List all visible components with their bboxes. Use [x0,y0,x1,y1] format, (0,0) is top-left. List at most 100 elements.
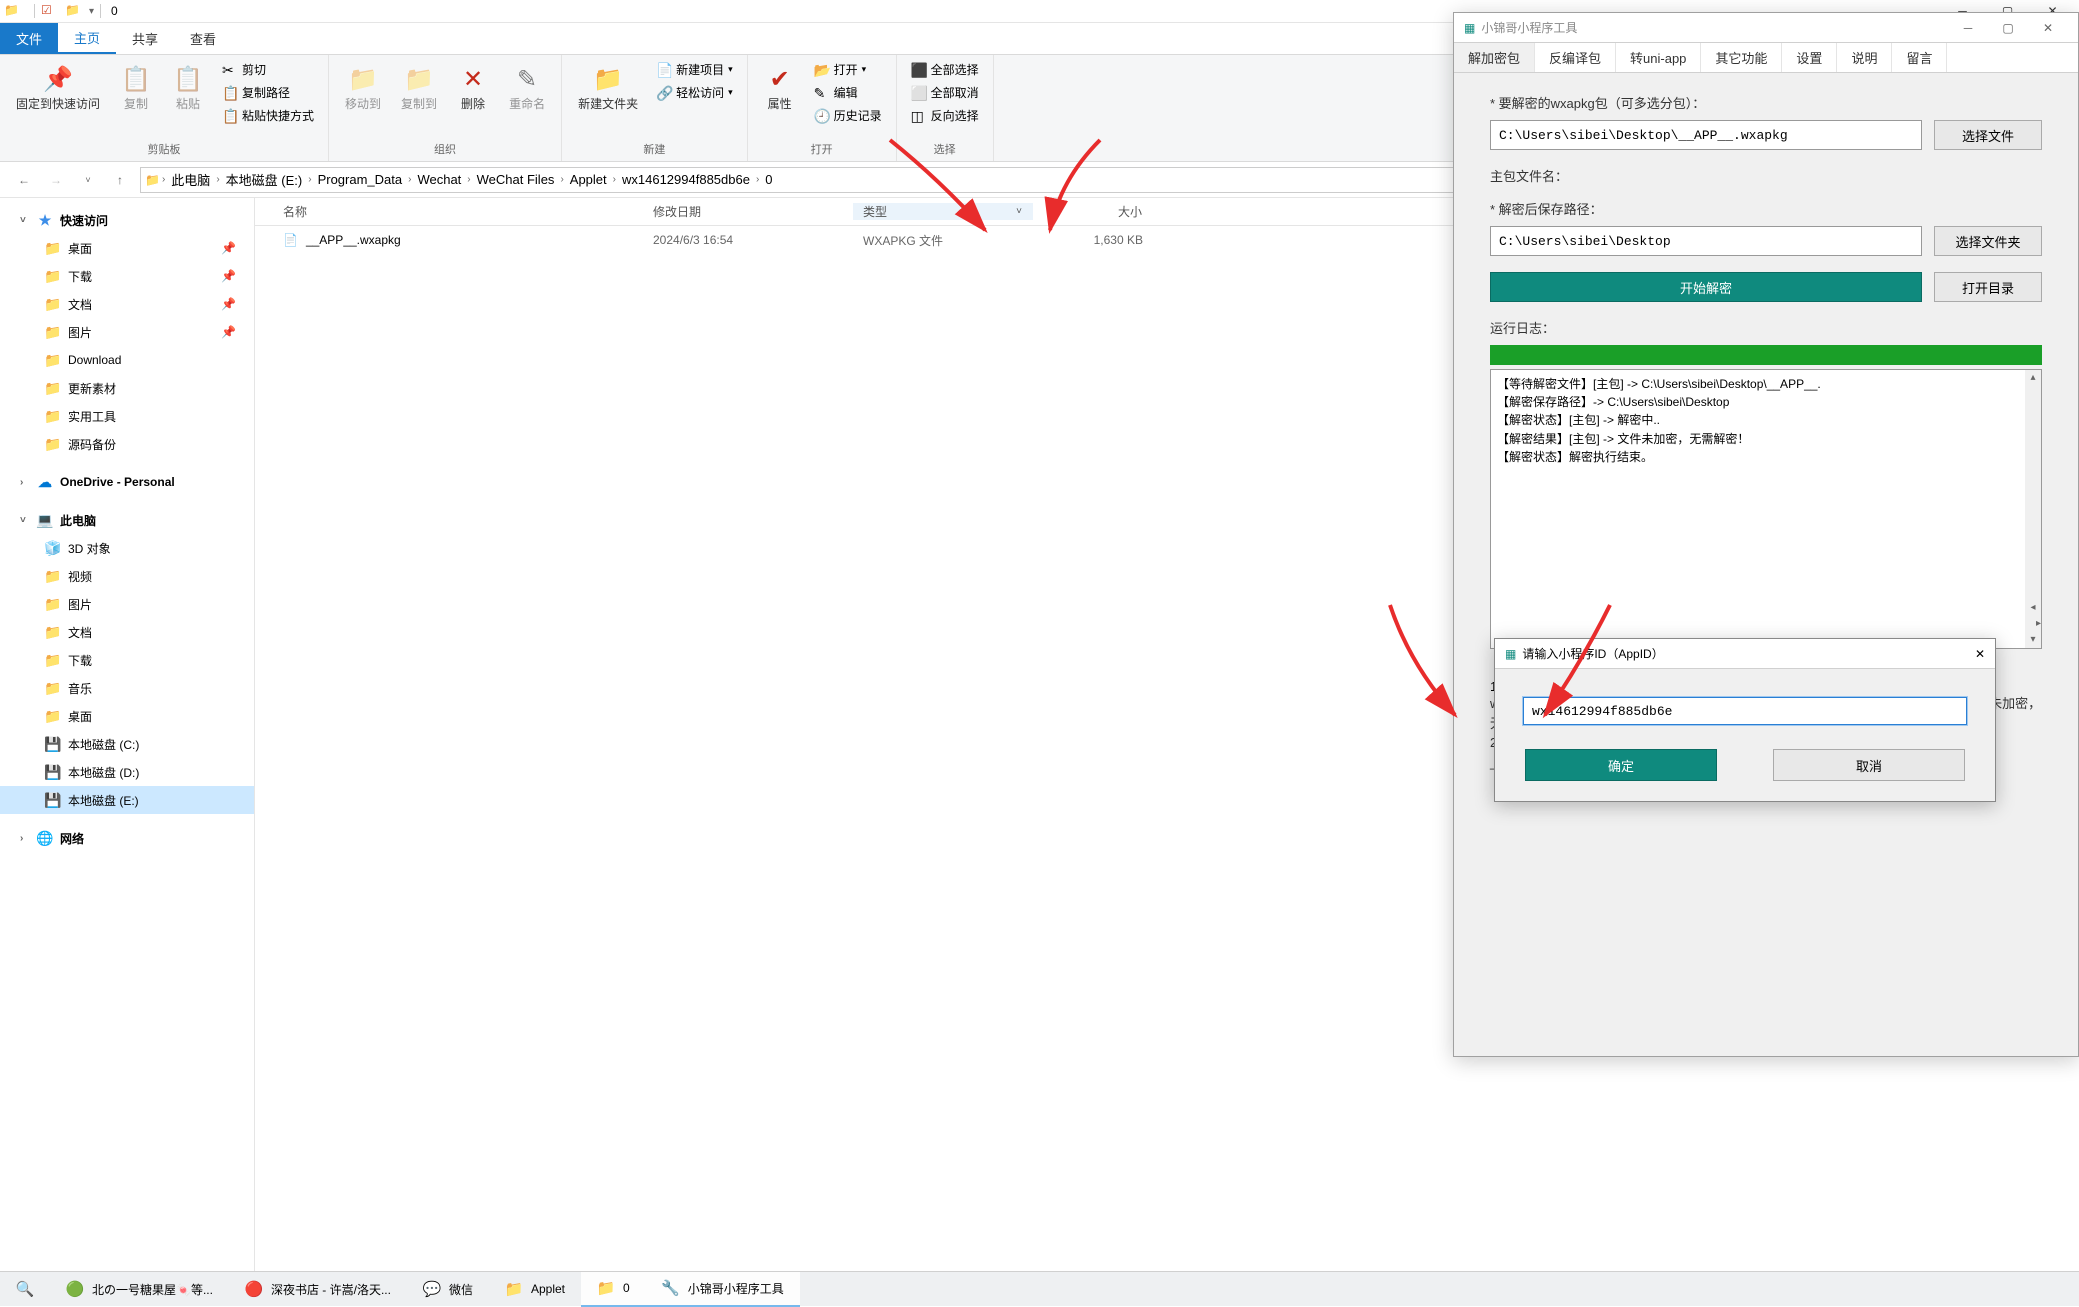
tool-tab[interactable]: 留言 [1892,43,1947,72]
tool-tabs: 解加密包 反编译包 转uni-app 其它功能 设置 说明 留言 [1454,43,2078,73]
crumb[interactable]: Applet [566,172,611,187]
sidebar-item[interactable]: 📁Download [0,346,254,374]
tool-tab[interactable]: 转uni-app [1616,43,1701,72]
crumb[interactable]: 0 [761,172,776,187]
sidebar-thispc[interactable]: ˅💻此电脑 [0,506,254,534]
new-item-button[interactable]: 📄新建项目▾ [650,59,739,80]
crumb[interactable]: Wechat [413,172,465,187]
sidebar-item[interactable]: 🧊3D 对象 [0,534,254,562]
copy-button[interactable]: 📋复制 [112,59,160,115]
search-button[interactable]: 🔍 [0,1272,50,1307]
sidebar-item[interactable]: 📁下载 [0,646,254,674]
paste-shortcut-button[interactable]: 📋粘贴快捷方式 [216,105,320,126]
sidebar-item[interactable]: 📁图片📌 [0,318,254,346]
crumb[interactable]: WeChat Files [473,172,559,187]
sidebar-item[interactable]: 📁图片 [0,590,254,618]
back-button[interactable]: ← [12,168,36,192]
task-item[interactable]: 🔧小锦哥小程序工具 [646,1272,800,1307]
choose-folder-button[interactable]: 选择文件夹 [1934,226,2042,256]
label-wxapkg: * 要解密的wxapkg包（可多选分包）： [1490,93,2042,112]
tool-tab[interactable]: 反编译包 [1535,43,1616,72]
edit-button[interactable]: ✎编辑 [808,82,888,103]
minimize-button[interactable]: ─ [1948,14,1988,42]
sidebar-item[interactable]: 📁视频 [0,562,254,590]
cancel-button[interactable]: 取消 [1773,749,1965,781]
scrollbar[interactable]: ▴ ◂▸ ▾ [2025,370,2041,648]
col-size[interactable]: 大小 [1033,203,1153,220]
select-all-button[interactable]: ⬛全部选择 [905,59,985,80]
open-dir-button[interactable]: 打开目录 [1934,272,2042,302]
close-button[interactable]: ✕ [2028,14,2068,42]
sidebar-quick-access[interactable]: ˅★快速访问 [0,206,254,234]
tool-window: ▦ 小锦哥小程序工具 ─ ▢ ✕ 解加密包 反编译包 转uni-app 其它功能… [1453,12,2079,1057]
sidebar-network[interactable]: ›🌐网络 [0,824,254,852]
crumb[interactable]: Program_Data [314,172,407,187]
crumb[interactable]: 本地磁盘 (E:) [222,170,307,189]
sidebar-item[interactable]: 📁音乐 [0,674,254,702]
col-type[interactable]: 类型˅ [853,203,1033,220]
history-button[interactable]: 🕘历史记录 [808,105,888,126]
delete-button[interactable]: ✕删除 [449,59,497,115]
sidebar-item[interactable]: 💾本地磁盘 (E:) [0,786,254,814]
copy-to-button[interactable]: 📁复制到 [393,59,445,115]
task-item[interactable]: 💬微信 [407,1272,489,1307]
folder-icon[interactable]: 📁 [65,3,81,19]
savepath-input[interactable] [1490,226,1922,256]
pin-icon: 📌 [221,325,236,339]
crumb[interactable]: wx14612994f885db6e [618,172,754,187]
sidebar-item[interactable]: 📁下载📌 [0,262,254,290]
col-date[interactable]: 修改日期 [643,203,853,220]
tab-file[interactable]: 文件 [0,23,58,54]
sidebar-item[interactable]: 📁实用工具 [0,402,254,430]
tab-share[interactable]: 共享 [116,23,174,54]
tool-tab[interactable]: 设置 [1782,43,1837,72]
sidebar-item[interactable]: 📁更新素材 [0,374,254,402]
window-title: 0 [111,4,118,18]
close-icon[interactable]: ✕ [1975,647,1985,661]
sidebar-item[interactable]: 📁文档 [0,618,254,646]
log-output[interactable]: 【等待解密文件】[主包] -> C:\Users\sibei\Desktop\_… [1490,369,2042,649]
task-item[interactable]: 🔴深夜书店 - 许嵩/洛天... [229,1272,407,1307]
ok-button[interactable]: 确定 [1525,749,1717,781]
sidebar-item[interactable]: 💾本地磁盘 (C:) [0,730,254,758]
sidebar-onedrive[interactable]: ›☁OneDrive - Personal [0,468,254,496]
tab-home[interactable]: 主页 [58,23,116,54]
tool-tab[interactable]: 解加密包 [1454,43,1535,72]
paste-button[interactable]: 📋粘贴 [164,59,212,115]
start-decrypt-button[interactable]: 开始解密 [1490,272,1922,302]
tab-view[interactable]: 查看 [174,23,232,54]
sidebar-item[interactable]: 📁文档📌 [0,290,254,318]
task-item[interactable]: 📁Applet [489,1272,581,1307]
recent-button[interactable]: ˅ [76,168,100,192]
sidebar-item[interactable]: 📁桌面📌 [0,234,254,262]
col-name[interactable]: 名称 [273,203,643,220]
choose-file-button[interactable]: 选择文件 [1934,120,2042,150]
move-to-button[interactable]: 📁移动到 [337,59,389,115]
wxapkg-input[interactable] [1490,120,1922,150]
open-button[interactable]: 📂打开▾ [808,59,888,80]
appid-input[interactable] [1523,697,1967,725]
maximize-button[interactable]: ▢ [1988,14,2028,42]
pin-icon: 📌 [221,269,236,283]
forward-button[interactable]: → [44,168,68,192]
task-item[interactable]: 🟢北の一号糖果屋🍬等... [50,1272,229,1307]
up-button[interactable]: ↑ [108,168,132,192]
pin-button[interactable]: 📌固定到快速访问 [8,59,108,115]
invert-button[interactable]: ◫反向选择 [905,105,985,126]
new-folder-button[interactable]: 📁新建文件夹 [570,59,646,115]
properties-button[interactable]: ✔属性 [756,59,804,115]
sidebar-item[interactable]: 📁源码备份 [0,430,254,458]
group-select: 选择 [905,139,985,161]
cut-button[interactable]: ✂剪切 [216,59,320,80]
rename-button[interactable]: ✎重命名 [501,59,553,115]
select-none-button[interactable]: ⬜全部取消 [905,82,985,103]
task-item[interactable]: 📁0 [581,1272,646,1307]
check-icon[interactable]: ☑ [41,3,57,19]
sidebar-item[interactable]: 📁桌面 [0,702,254,730]
easy-access-button[interactable]: 🔗轻松访问▾ [650,82,739,103]
copy-path-button[interactable]: 📋复制路径 [216,82,320,103]
tool-tab[interactable]: 说明 [1837,43,1892,72]
tool-tab[interactable]: 其它功能 [1701,43,1782,72]
sidebar-item[interactable]: 💾本地磁盘 (D:) [0,758,254,786]
crumb[interactable]: 此电脑 [167,170,214,189]
